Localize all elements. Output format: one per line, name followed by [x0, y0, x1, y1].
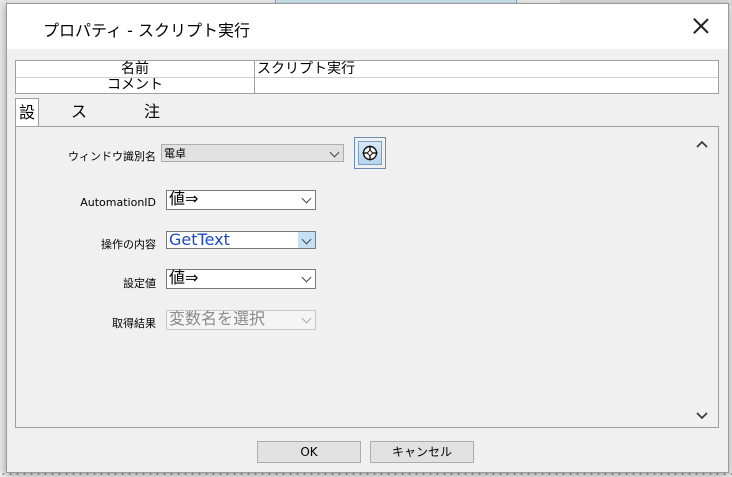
- scroll-down-button[interactable]: [696, 409, 708, 421]
- name-label: 名前: [121, 61, 149, 77]
- chevron-down-icon: [301, 193, 312, 204]
- window-label: ウィンドウ識別名: [68, 150, 156, 163]
- window-select-value: 電卓: [164, 147, 186, 160]
- window-target-button[interactable]: [354, 137, 386, 169]
- property-row-name: 名前 スクリプト実行: [16, 61, 718, 78]
- cancel-button[interactable]: キャンセル: [370, 441, 474, 463]
- target-icon-frame: [358, 141, 382, 165]
- automation-id-select[interactable]: 値⇒: [166, 189, 316, 210]
- automation-id-value: 値⇒: [169, 189, 199, 208]
- ok-button[interactable]: OK: [257, 441, 361, 463]
- grid-divider: [254, 61, 255, 93]
- operation-select[interactable]: GetText: [166, 230, 316, 249]
- close-icon[interactable]: [689, 14, 713, 38]
- name-value[interactable]: スクリプト実行: [257, 61, 355, 77]
- operation-value: GetText: [169, 230, 230, 249]
- chevron-up-icon: [696, 140, 708, 148]
- properties-dialog: プロパティ - スクリプト実行 名前 スクリプト実行 コメント 設定 スクリプト…: [6, 3, 729, 473]
- property-grid: 名前 スクリプト実行 コメント: [15, 60, 719, 94]
- chevron-down-icon: [329, 147, 340, 158]
- comment-label: コメント: [107, 77, 163, 93]
- crosshair-icon: [362, 145, 378, 161]
- settings-panel: ウィンドウ識別名 電卓 AutomationID 値⇒ 操作の内容 GetTex: [15, 126, 719, 428]
- tab-script[interactable]: スクリプト: [68, 98, 90, 229]
- title-bar: プロパティ - スクリプト実行: [7, 4, 728, 49]
- scroll-up-button[interactable]: [696, 139, 708, 151]
- result-variable-select[interactable]: 変数名を選択: [166, 309, 316, 330]
- property-row-comment: コメント: [16, 77, 718, 93]
- chevron-down-icon: [301, 313, 312, 324]
- chevron-down-icon: [301, 272, 312, 283]
- tab-annotation[interactable]: 注釈: [141, 98, 163, 148]
- chevron-down-icon: [696, 412, 708, 420]
- operation-label: 操作の内容: [101, 238, 156, 251]
- automation-id-label: AutomationID: [80, 196, 156, 209]
- set-value-value: 値⇒: [169, 268, 199, 287]
- window-select[interactable]: 電卓: [161, 144, 344, 162]
- result-label: 取得結果: [112, 317, 156, 330]
- tab-settings[interactable]: 設定: [15, 98, 40, 149]
- result-placeholder: 変数名を選択: [169, 309, 266, 328]
- dialog-title: プロパティ - スクリプト実行: [43, 21, 250, 40]
- set-value-label: 設定値: [123, 277, 156, 290]
- set-value-select[interactable]: 値⇒: [166, 268, 316, 289]
